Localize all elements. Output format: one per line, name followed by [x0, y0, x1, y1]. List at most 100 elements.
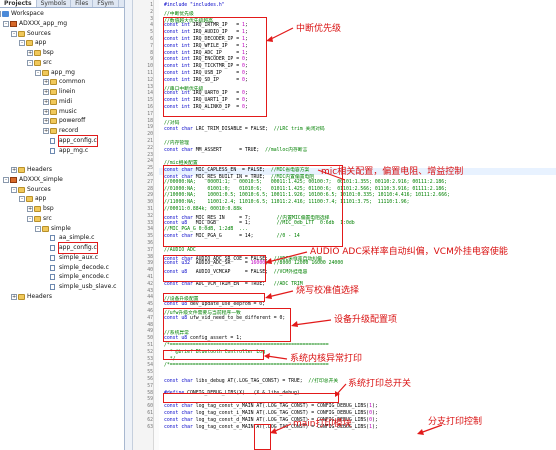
tree-item-label: simple_decode.c	[59, 263, 109, 271]
code-line[interactable]: /*======================================…	[164, 363, 329, 368]
expand-toggle-icon[interactable]: +	[27, 206, 33, 212]
folder-icon	[50, 128, 57, 134]
collapse-toggle-icon[interactable]: -	[19, 196, 25, 203]
tree-item-label: Workspace	[11, 10, 44, 17]
code-token: const char	[164, 379, 196, 384]
tree-item[interactable]: app_mg.c	[0, 146, 124, 156]
line-number-gutter: 1 2 3 4 5 6 7 8 9 10 11 12 13 14 15 16 17 18 19 20 21 22 23 24 2…	[133, 0, 154, 450]
collapse-toggle-icon[interactable]: -	[3, 176, 9, 183]
folder-icon	[18, 167, 25, 173]
code-line[interactable]: /*======================================…	[164, 343, 329, 348]
tree-item[interactable]	[0, 155, 124, 165]
tree-item-label: ADXXX_simple	[19, 175, 63, 183]
expand-toggle-icon[interactable]: +	[11, 293, 17, 300]
tree-item[interactable]: - src	[0, 214, 124, 224]
code-token: //malloc内存断言	[265, 147, 308, 153]
expand-toggle-icon[interactable]: +	[43, 108, 49, 115]
expand-toggle-icon[interactable]: +	[43, 89, 49, 95]
tree-item[interactable]: simple_decode.c	[0, 263, 124, 273]
tree-item[interactable]: app_config.c	[0, 134, 124, 147]
collapse-toggle-icon[interactable]: -	[27, 59, 33, 66]
tab-symbols[interactable]: Symbols	[37, 0, 72, 7]
code-line[interactable]: const char MM_ASSERT = TRUE; //malloc内存断…	[164, 146, 307, 153]
tree-item[interactable]: - simple	[0, 224, 124, 234]
line-number: 11	[147, 71, 153, 76]
tree-item[interactable]: + bsp	[0, 204, 124, 214]
code-token: /*======================================…	[164, 363, 329, 369]
code-line[interactable]: #include "includes.h"	[164, 3, 225, 8]
expand-toggle-icon[interactable]: +	[43, 98, 49, 105]
line-number: 60	[147, 404, 153, 410]
update-annotation: 设备升级配置项	[334, 315, 398, 325]
line-number: 12	[147, 77, 153, 83]
tree-item[interactable]: - Sources	[0, 29, 124, 39]
tree-item[interactable]: - src	[0, 58, 124, 68]
tab-fsym[interactable]: FSym	[93, 0, 119, 7]
tree-item[interactable]: + linein	[0, 87, 124, 97]
tree-item[interactable]: - app	[0, 38, 124, 48]
expand-toggle-icon[interactable]: +	[43, 79, 49, 86]
expand-toggle-icon[interactable]: +	[11, 167, 17, 173]
update-annotation-box	[163, 308, 291, 342]
line-number: 46	[147, 309, 153, 314]
line-number: 30	[147, 200, 153, 206]
code-line[interactable]: //AUDIO ADC	[164, 248, 196, 253]
folder-icon	[18, 186, 25, 193]
folder-icon	[50, 118, 57, 125]
folder-icon	[18, 30, 25, 37]
collapse-toggle-icon[interactable]: -	[3, 20, 9, 27]
tree-item[interactable]: - app	[0, 194, 124, 204]
line-number: 4	[150, 23, 153, 29]
line-number: 36	[147, 241, 153, 246]
expand-toggle-icon[interactable]: +	[43, 118, 49, 125]
collapse-toggle-icon[interactable]: -	[27, 215, 33, 222]
code-line[interactable]: const char log_tag_const_v_MAIN AT(.LOG_…	[164, 404, 378, 409]
line-number: 56	[147, 377, 153, 382]
tree-item[interactable]: + common	[0, 77, 124, 87]
code-token: libs_debug AT(.LOG_TAG_CONST) = TRUE;	[195, 379, 309, 384]
code-line[interactable]: const char LRC_TRIM_DISABLE = FALSE; //L…	[164, 125, 325, 132]
line-number: 34	[147, 227, 153, 233]
tree-item[interactable]: + poweroff	[0, 116, 124, 126]
tree-item[interactable]: - Workspace	[0, 9, 124, 19]
code-line[interactable]: const char ADC_VCM_TRIM_EN = TRUE; //ADC…	[164, 282, 303, 287]
collapse-toggle-icon[interactable]: -	[19, 40, 25, 47]
log-all-annotation: 系统打印总开关	[348, 379, 412, 389]
code-token: const char	[164, 404, 196, 410]
file-icon	[50, 147, 55, 154]
collapse-toggle-icon[interactable]: -	[11, 186, 17, 193]
tree-item[interactable]: app_config.c	[0, 242, 124, 254]
collapse-toggle-icon[interactable]: -	[35, 69, 41, 76]
tree-item-label: app_mg.c	[59, 146, 89, 154]
tree-item[interactable]: - ADXXX_simple	[0, 175, 124, 185]
panel-splitter[interactable]	[125, 0, 133, 450]
tree-item[interactable]: simple_encode.c	[0, 272, 124, 282]
collapse-toggle-icon[interactable]: -	[11, 30, 17, 37]
tree-item[interactable]: + Headers	[0, 292, 124, 302]
tree-item[interactable]: + midi	[0, 97, 124, 107]
code-line[interactable]: const u8 dev_update_use_eeprom = 0;	[164, 302, 265, 307]
collapse-toggle-icon[interactable]: -	[35, 225, 41, 232]
tree-item[interactable]: aa_simple.c	[0, 233, 124, 243]
expand-toggle-icon[interactable]: +	[27, 50, 33, 56]
tab-files[interactable]: Files	[71, 0, 94, 7]
tree-item[interactable]: simple_usb_slave.c	[0, 282, 124, 292]
line-number: 10	[147, 64, 153, 70]
tree-item[interactable]: simple_aux.c	[0, 253, 124, 263]
code-line[interactable]: const char libs_debug AT(.LOG_TAG_CONST)…	[164, 377, 338, 384]
tab-projects[interactable]: Projects	[0, 0, 37, 7]
line-number: 51	[147, 343, 153, 348]
tree-item[interactable]: + bsp	[0, 48, 124, 58]
tree-item[interactable]: + Headers	[0, 165, 124, 175]
folder-icon	[50, 79, 57, 86]
tree-item[interactable]: - ADXXX_app_mg	[0, 19, 124, 29]
project-icon	[10, 176, 17, 183]
expand-toggle-icon[interactable]: +	[43, 128, 49, 134]
code-token: );	[371, 424, 378, 430]
tree-item[interactable]: - Sources	[0, 185, 124, 195]
tree-item[interactable]: - app_mg	[0, 68, 124, 78]
tree-item[interactable]: + music	[0, 107, 124, 117]
tree-item[interactable]: + record	[0, 126, 124, 136]
collapse-toggle-icon[interactable]: -	[0, 11, 1, 17]
tree-item-label: Headers	[27, 292, 52, 300]
